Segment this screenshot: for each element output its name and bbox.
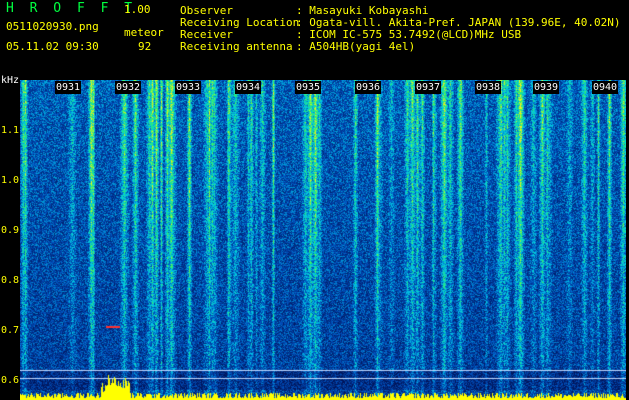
- antenna-value: : A504HB(yagi 4el): [296, 40, 416, 53]
- spectrogram-image: [20, 80, 626, 400]
- version-label: 1.00: [124, 3, 151, 16]
- axis-unit-label: kHz: [1, 75, 20, 86]
- y-tick-label: 0.8: [1, 275, 20, 286]
- datetime-label: 05.11.02 09:30: [6, 40, 99, 53]
- time-tick-label: 0933: [175, 81, 202, 94]
- y-tick-label: 0.9: [1, 225, 20, 236]
- y-tick-label: 0.6: [1, 375, 20, 386]
- y-tick-label: 0.7: [1, 325, 20, 336]
- time-tick-label: 0931: [55, 81, 82, 94]
- hrofft-window: H R O F F T 1.00 0511020930.png meteor 0…: [0, 0, 629, 400]
- time-tick-label: 0940: [592, 81, 619, 94]
- time-tick-label: 0939: [533, 81, 560, 94]
- y-tick-label: 1.1: [1, 125, 20, 136]
- app-title: H R O F F T: [6, 1, 137, 16]
- antenna-label: Receiving antenna: [180, 40, 293, 53]
- time-tick-label: 0936: [355, 81, 382, 94]
- meteor-count: 92: [138, 40, 152, 53]
- y-tick-label: 1.0: [1, 175, 20, 186]
- detection-label: meteor: [124, 26, 164, 39]
- time-tick-label: 0935: [295, 81, 322, 94]
- time-tick-label: 0938: [475, 81, 502, 94]
- filename-label: 0511020930.png: [6, 20, 99, 33]
- time-tick-label: 0932: [115, 81, 142, 94]
- time-tick-label: 0937: [415, 81, 442, 94]
- time-tick-label: 0934: [235, 81, 262, 94]
